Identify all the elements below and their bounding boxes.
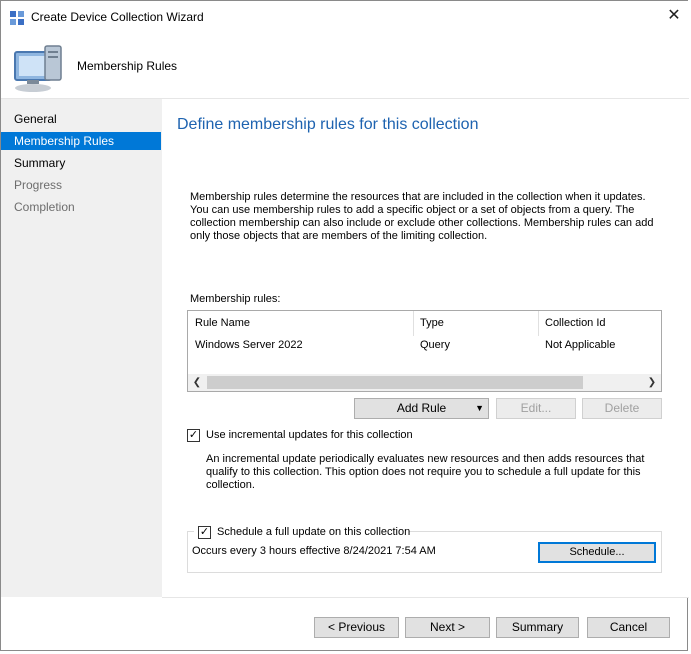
membership-rules-label: Membership rules: bbox=[190, 293, 281, 305]
description-text: Membership rules determine the resources… bbox=[190, 191, 654, 242]
summary-button[interactable]: Summary bbox=[496, 617, 579, 638]
schedule-full-update-checkbox[interactable]: ✓ bbox=[198, 526, 211, 539]
app-icon bbox=[9, 10, 25, 29]
title-bar: Create Device Collection Wizard ✕ bbox=[1, 1, 689, 34]
dropdown-arrow-icon: ▼ bbox=[475, 403, 484, 413]
cell-collection-id: Not Applicable bbox=[545, 339, 616, 351]
computer-icon bbox=[9, 42, 69, 97]
cell-type: Query bbox=[420, 339, 450, 351]
edit-button[interactable]: Edit... bbox=[496, 398, 576, 419]
column-separator bbox=[538, 311, 539, 336]
sidebar-item-general[interactable]: General bbox=[1, 110, 161, 128]
sidebar-item-membership-rules[interactable]: Membership Rules bbox=[1, 132, 161, 150]
next-button[interactable]: Next > bbox=[405, 617, 490, 638]
column-header-rule-name[interactable]: Rule Name bbox=[195, 317, 250, 329]
scrollbar-thumb[interactable] bbox=[207, 376, 583, 389]
add-rule-label: Add Rule bbox=[396, 401, 447, 415]
column-separator bbox=[413, 311, 414, 336]
header-title: Membership Rules bbox=[77, 59, 178, 73]
sidebar-item-summary[interactable]: Summary bbox=[1, 154, 161, 172]
wizard-sidebar: General Membership Rules Summary Progres… bbox=[1, 99, 162, 597]
incremental-updates-label: Use incremental updates for this collect… bbox=[206, 429, 413, 441]
rules-listview[interactable]: Rule Name Type Collection Id Windows Ser… bbox=[187, 310, 662, 392]
incremental-updates-checkbox[interactable]: ✓ bbox=[187, 429, 200, 442]
scroll-right-icon[interactable]: ❯ bbox=[646, 376, 658, 389]
page-title: Define membership rules for this collect… bbox=[177, 116, 479, 133]
delete-button[interactable]: Delete bbox=[582, 398, 662, 419]
window-title: Create Device Collection Wizard bbox=[31, 10, 204, 24]
add-rule-button[interactable]: Add Rule ▼ bbox=[354, 398, 489, 419]
column-header-type[interactable]: Type bbox=[420, 317, 444, 329]
schedule-description: Occurs every 3 hours effective 8/24/2021… bbox=[192, 545, 436, 557]
close-icon[interactable]: ✕ bbox=[665, 7, 683, 25]
sidebar-item-progress: Progress bbox=[14, 178, 63, 192]
wizard-window: Create Device Collection Wizard ✕ Member… bbox=[0, 0, 689, 651]
cell-rule-name: Windows Server 2022 bbox=[195, 339, 303, 351]
previous-button[interactable]: < Previous bbox=[314, 617, 399, 638]
schedule-full-update-label: Schedule a full update on this collectio… bbox=[217, 526, 411, 538]
wizard-header: Membership Rules bbox=[1, 34, 689, 98]
schedule-button[interactable]: Schedule... bbox=[538, 542, 656, 563]
sidebar-item-completion: Completion bbox=[14, 200, 75, 214]
column-header-collection-id[interactable]: Collection Id bbox=[545, 317, 606, 329]
horizontal-scrollbar[interactable]: ❮ ❯ bbox=[188, 374, 661, 391]
cancel-button[interactable]: Cancel bbox=[587, 617, 670, 638]
incremental-description: An incremental update periodically evalu… bbox=[206, 453, 645, 491]
footer-divider bbox=[162, 597, 689, 598]
scroll-left-icon[interactable]: ❮ bbox=[191, 376, 203, 389]
